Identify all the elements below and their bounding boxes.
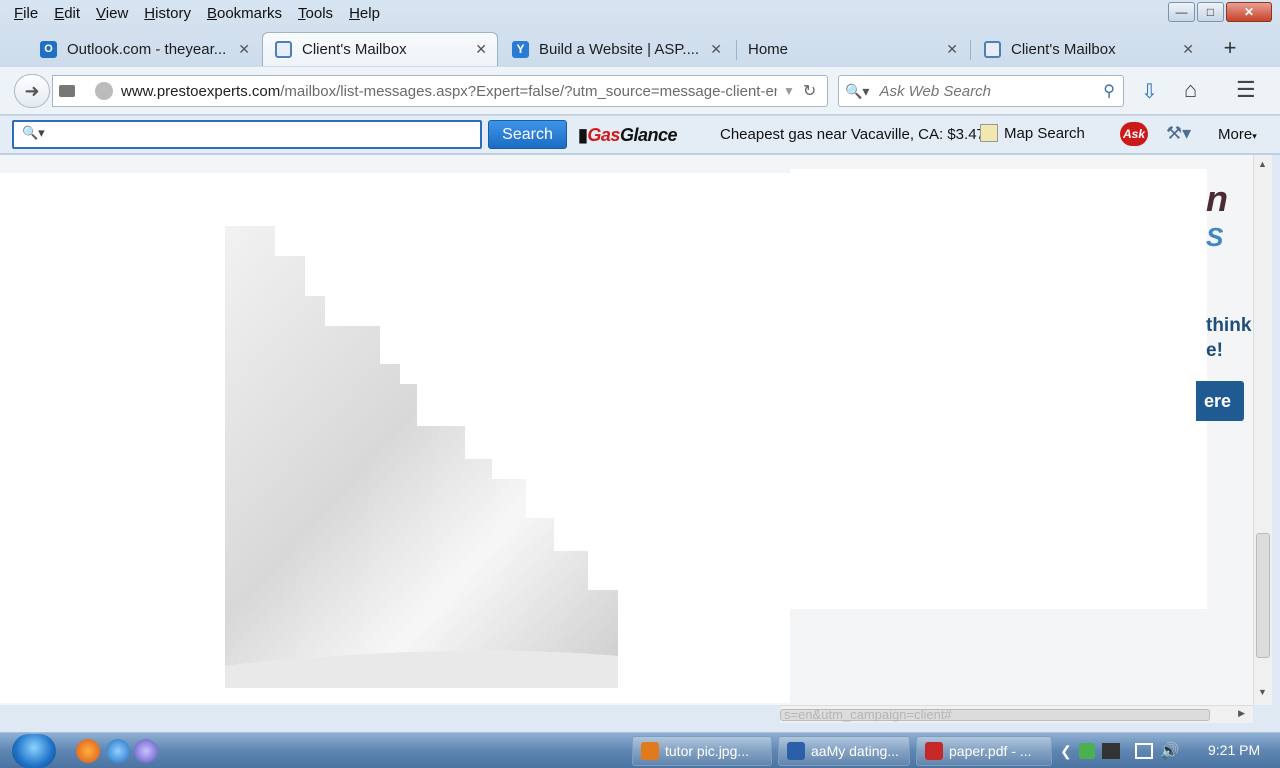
gas-pump-icon: ▮: [578, 125, 588, 145]
web-search-box[interactable]: 🔍▾ ⚲: [838, 75, 1124, 107]
menu-view[interactable]: View: [88, 0, 136, 28]
network-meter-icon[interactable]: [1101, 743, 1120, 759]
menu-edit[interactable]: Edit: [46, 0, 88, 28]
clock[interactable]: 9:21 PM: [1208, 742, 1260, 758]
presto-icon: [275, 41, 292, 58]
more-button[interactable]: More▾: [1218, 126, 1257, 143]
browser-chrome: File Edit View History Bookmarks Tools H…: [0, 0, 1280, 155]
globe-icon: [95, 82, 113, 100]
vertical-scrollbar[interactable]: ▲ ▼: [1253, 155, 1272, 705]
page-curl-graphic: [225, 226, 618, 688]
close-tab-icon[interactable]: ✕: [238, 41, 250, 58]
download-icon[interactable]: ⇩: [1141, 79, 1158, 104]
menu-icon[interactable]: ☰: [1236, 77, 1256, 103]
page-overlay-right: [790, 169, 1207, 609]
tab-title: Build a Website | ASP....: [539, 40, 700, 58]
media-player-icon[interactable]: [134, 739, 158, 763]
menu-file[interactable]: File: [6, 0, 46, 28]
ask-search-icon[interactable]: 🔍▾: [22, 125, 45, 141]
tools-icon[interactable]: ⚒▾: [1166, 123, 1191, 144]
show-hidden-icons-icon[interactable]: ❮: [1060, 743, 1072, 760]
ask-search-input[interactable]: 🔍▾: [12, 120, 482, 149]
volume-icon[interactable]: 🔊: [1160, 741, 1180, 761]
ad-button[interactable]: ere: [1196, 381, 1244, 421]
task-tutor-pic[interactable]: tutor pic.jpg...: [632, 736, 772, 766]
tab-outlook[interactable]: O Outlook.com - theyear... ✕: [28, 32, 260, 66]
back-button[interactable]: ➜: [14, 74, 50, 108]
firefox-icon[interactable]: [76, 739, 100, 763]
close-tab-icon[interactable]: ✕: [710, 41, 722, 58]
ad-text-fragment-2: e!: [1206, 340, 1223, 361]
tab-build-website[interactable]: Y Build a Website | ASP.... ✕: [500, 32, 732, 66]
image-viewer-icon: [641, 742, 659, 760]
status-url: s=en&utm_campaign=client#: [784, 707, 952, 722]
asp-icon: Y: [512, 40, 529, 58]
scroll-up-icon[interactable]: ▲: [1258, 159, 1267, 169]
ad-text-fragment: think: [1206, 315, 1252, 336]
tab-title: Client's Mailbox: [1011, 40, 1116, 58]
tab-separator: [970, 40, 971, 60]
tab-title: Client's Mailbox: [302, 41, 407, 58]
dropdown-arrow-icon[interactable]: ▼: [783, 84, 795, 98]
map-search-button[interactable]: Map Search: [980, 124, 1085, 142]
search-icon[interactable]: ⚲: [1103, 81, 1115, 101]
tab-title: Home: [748, 40, 789, 58]
web-search-input[interactable]: [879, 82, 1080, 100]
close-window-button[interactable]: ✕: [1226, 2, 1272, 22]
chevron-down-icon: ▾: [1252, 131, 1257, 141]
pdf-icon: [925, 742, 943, 760]
system-tray: ❮ 🔊: [1060, 733, 1180, 768]
ad-logo-fragment-2: S: [1206, 222, 1224, 252]
close-tab-icon[interactable]: ✕: [946, 41, 958, 58]
windows-taskbar: tutor pic.jpg... aaMy dating... paper.pd…: [0, 732, 1280, 768]
outlook-icon: O: [40, 40, 57, 58]
reload-icon[interactable]: ↻: [803, 81, 816, 101]
tab-title: Outlook.com - theyear...: [67, 40, 227, 58]
presto-icon: [984, 40, 1001, 58]
internet-explorer-icon[interactable]: [106, 739, 130, 763]
search-engine-icon[interactable]: 🔍▾: [845, 83, 869, 100]
word-document-icon: [787, 742, 805, 760]
tab-home[interactable]: Home ✕: [736, 32, 968, 66]
scroll-thumb[interactable]: [1256, 533, 1270, 658]
new-tab-icon[interactable]: +: [1218, 36, 1242, 60]
ad-logo-fragment: n: [1206, 178, 1228, 219]
map-icon: [980, 124, 998, 142]
history-icon[interactable]: [59, 85, 75, 97]
scroll-down-icon[interactable]: ▼: [1258, 687, 1267, 697]
ask-search-button[interactable]: Search: [488, 120, 567, 149]
url-bar[interactable]: www.prestoexperts.com/mailbox/list-messa…: [52, 75, 828, 107]
menu-bar: File Edit View History Bookmarks Tools H…: [0, 0, 388, 28]
tab-clients-mailbox[interactable]: Client's Mailbox ✕: [972, 32, 1204, 66]
task-dating-doc[interactable]: aaMy dating...: [778, 736, 910, 766]
window-controls: — □ ✕: [1168, 2, 1272, 22]
gasglance-logo[interactable]: ▮GasGlance: [578, 125, 677, 146]
navigation-toolbar: ➜ www.prestoexperts.com/mailbox/list-mes…: [0, 67, 1280, 115]
tab-clients-mailbox-active[interactable]: Client's Mailbox ✕: [262, 32, 498, 66]
page-content: [0, 155, 1253, 705]
menu-help[interactable]: Help: [341, 0, 388, 28]
close-tab-icon[interactable]: ✕: [475, 41, 487, 58]
ask-logo[interactable]: Ask: [1120, 122, 1148, 146]
ask-toolbar: 🔍▾ Search ▮GasGlance Cheapest gas near V…: [0, 116, 1280, 153]
task-paper-pdf[interactable]: paper.pdf - ...: [916, 736, 1052, 766]
maximize-button[interactable]: □: [1197, 2, 1224, 22]
menu-bookmarks[interactable]: Bookmarks: [199, 0, 290, 28]
url-text[interactable]: www.prestoexperts.com/mailbox/list-messa…: [121, 83, 777, 100]
gas-price-text[interactable]: Cheapest gas near Vacaville, CA: $3.47: [720, 126, 985, 143]
close-tab-icon[interactable]: ✕: [1182, 41, 1194, 58]
menu-history[interactable]: History: [136, 0, 199, 28]
security-icon[interactable]: [1078, 743, 1095, 759]
menu-tools[interactable]: Tools: [290, 0, 341, 28]
network-icon[interactable]: [1134, 743, 1153, 759]
minimize-button[interactable]: —: [1168, 2, 1195, 22]
start-button[interactable]: [12, 734, 56, 768]
tab-bar: O Outlook.com - theyear... ✕ Client's Ma…: [0, 32, 1280, 66]
scroll-right-icon[interactable]: ▶: [1238, 708, 1245, 719]
home-icon[interactable]: ⌂: [1184, 77, 1197, 103]
